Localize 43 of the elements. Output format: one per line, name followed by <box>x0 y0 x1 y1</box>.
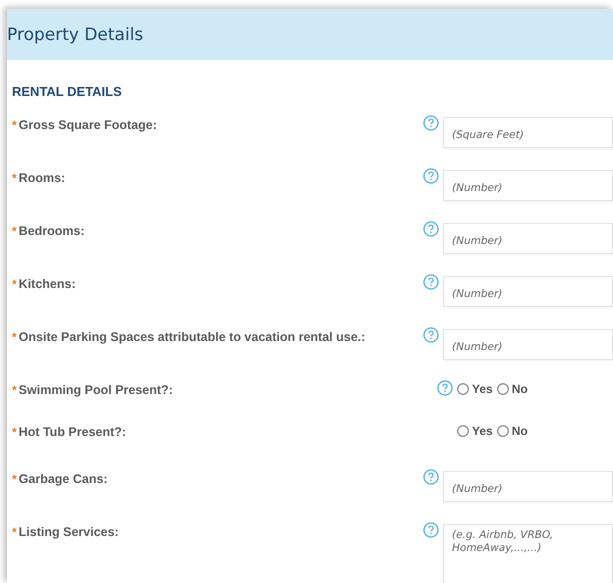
input-field[interactable]: (Number) <box>443 276 613 307</box>
required-asterisk: * <box>12 472 17 486</box>
field-label: Bedrooms: <box>18 224 85 238</box>
help-icon[interactable] <box>423 168 439 184</box>
radio-option[interactable]: No <box>496 424 528 438</box>
radio-option[interactable]: Yes <box>457 424 493 438</box>
required-asterisk: * <box>12 525 17 539</box>
radio-option[interactable]: Yes <box>457 382 493 396</box>
input-field[interactable]: (Number) <box>443 223 613 254</box>
help-icon[interactable] <box>423 522 439 538</box>
required-asterisk: * <box>12 383 17 397</box>
panel-title: Property Details <box>7 24 144 44</box>
help-icon[interactable] <box>437 380 453 396</box>
radio-icon[interactable] <box>457 383 469 395</box>
input-field[interactable]: (Square Feet) <box>443 117 613 148</box>
field-label: Onsite Parking Spaces attributable to vacation rental use.: <box>18 330 366 344</box>
input-field[interactable]: (Number) <box>443 329 613 360</box>
field-label: Swimming Pool Present?: <box>18 383 173 397</box>
section-title: RENTAL DETAILS <box>12 84 123 99</box>
field-label: Garbage Cans: <box>18 472 108 486</box>
input-field[interactable]: (Number) <box>443 471 613 502</box>
field-label: Kitchens: <box>18 277 76 291</box>
required-asterisk: * <box>12 277 17 291</box>
required-asterisk: * <box>12 171 17 185</box>
field-label: Hot Tub Present?: <box>18 425 126 439</box>
field-label: Listing Services: <box>18 525 119 539</box>
help-icon[interactable] <box>423 327 439 343</box>
help-icon[interactable] <box>423 469 439 485</box>
required-asterisk: * <box>12 425 17 439</box>
required-asterisk: * <box>12 118 17 132</box>
radio-icon[interactable] <box>496 425 509 437</box>
help-icon[interactable] <box>423 115 439 131</box>
radio-icon[interactable] <box>457 425 469 437</box>
radio-icon[interactable] <box>496 383 509 395</box>
help-icon[interactable] <box>423 221 439 237</box>
text-area[interactable]: (e.g. Airbnb, VRBO, HomeAway,...,...) <box>443 524 613 583</box>
field-label: Rooms: <box>18 171 66 185</box>
input-field[interactable]: (Number) <box>443 170 613 201</box>
required-asterisk: * <box>12 224 17 238</box>
required-asterisk: * <box>12 330 17 344</box>
field-label: Gross Square Footage: <box>18 118 157 132</box>
help-icon[interactable] <box>423 274 439 290</box>
radio-option[interactable]: No <box>496 382 528 396</box>
